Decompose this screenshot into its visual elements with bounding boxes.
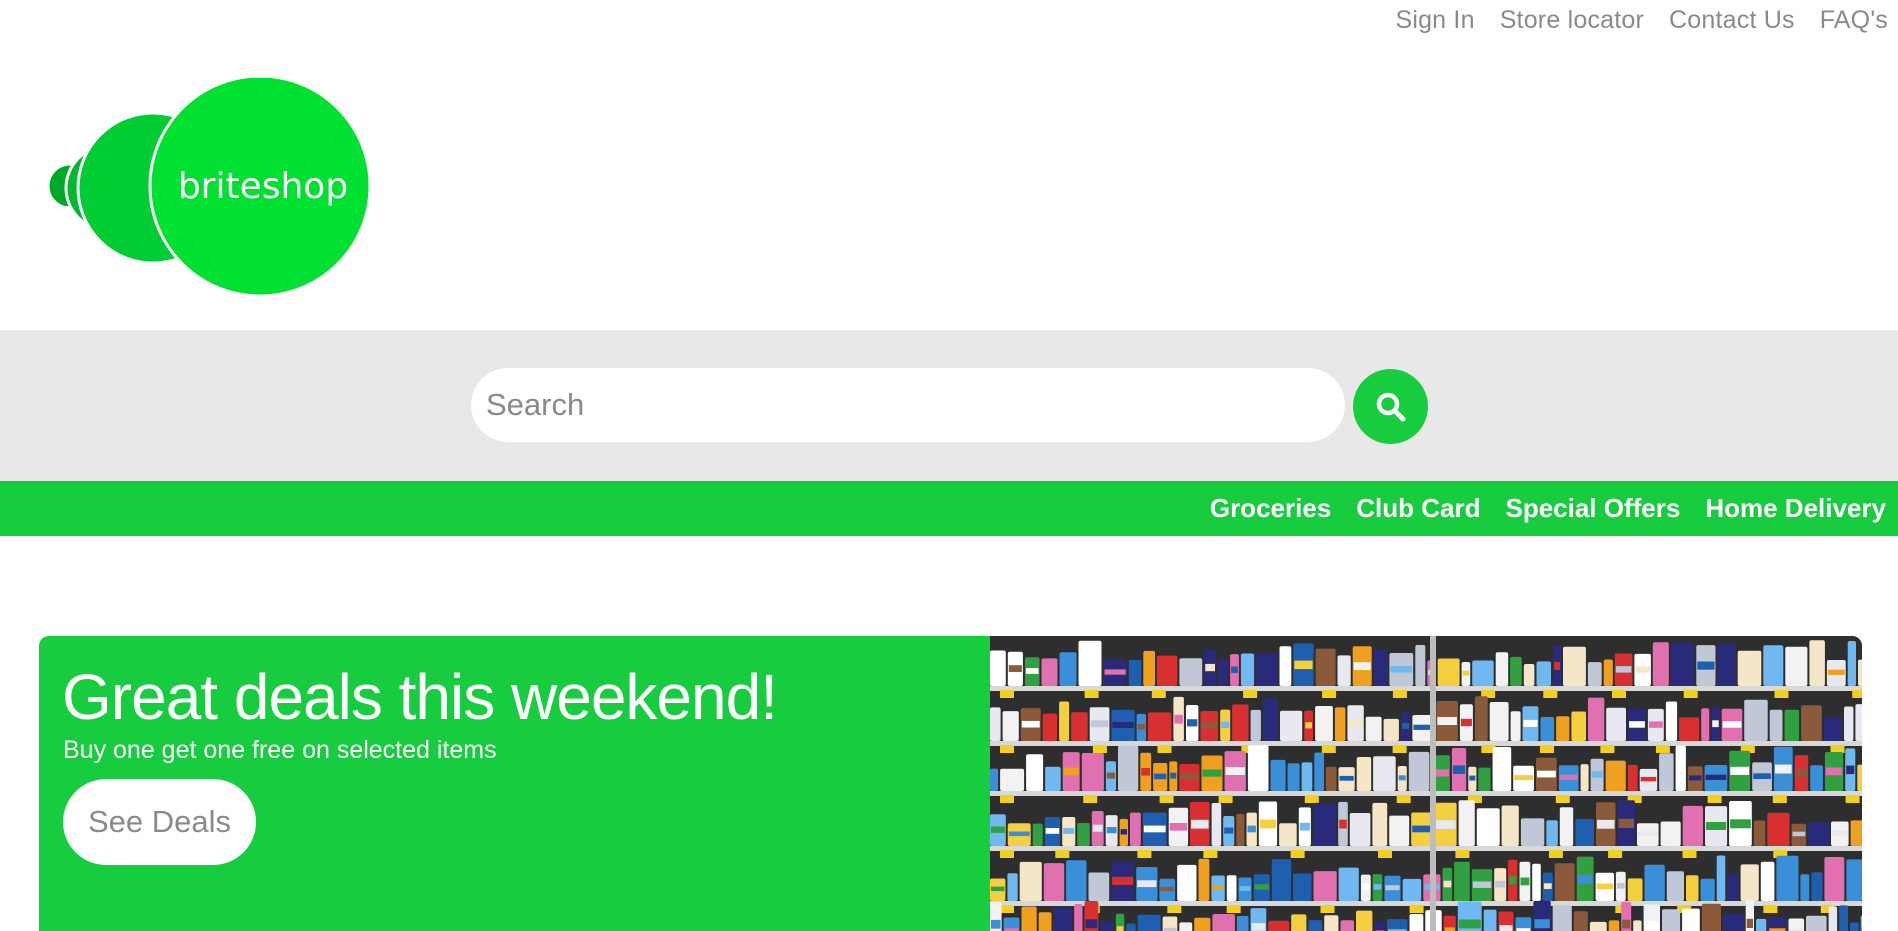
hero-title: Great deals this weekend! xyxy=(62,661,778,733)
see-deals-button[interactable]: See Deals xyxy=(63,779,256,865)
main-nav: Groceries Club Card Special Offers Home … xyxy=(0,481,1898,536)
search-band xyxy=(0,330,1898,481)
search-button[interactable] xyxy=(1353,369,1428,444)
logo-text: briteshop xyxy=(178,166,348,207)
hero-content: Great deals this weekend! Buy one get on… xyxy=(39,636,990,931)
sign-in-link[interactable]: Sign In xyxy=(1395,6,1474,35)
nav-club-card[interactable]: Club Card xyxy=(1356,493,1480,524)
logo-graphic: briteshop xyxy=(46,74,372,298)
nav-groceries[interactable]: Groceries xyxy=(1210,493,1331,524)
search-input[interactable] xyxy=(471,368,1345,442)
faqs-link[interactable]: FAQ's xyxy=(1820,6,1888,35)
contact-us-link[interactable]: Contact Us xyxy=(1669,6,1795,35)
nav-home-delivery[interactable]: Home Delivery xyxy=(1705,493,1886,524)
nav-special-offers[interactable]: Special Offers xyxy=(1505,493,1680,524)
store-locator-link[interactable]: Store locator xyxy=(1500,6,1644,35)
hero-subtitle: Buy one get one free on selected items xyxy=(63,736,497,764)
supermarket-shelf-image xyxy=(990,636,1862,931)
search-icon xyxy=(1376,392,1405,421)
hero-banner: Great deals this weekend! Buy one get on… xyxy=(39,636,1862,931)
top-links: Sign In Store locator Contact Us FAQ's xyxy=(1395,6,1888,35)
hero-image xyxy=(990,636,1862,931)
briteshop-logo[interactable]: briteshop xyxy=(28,74,373,298)
